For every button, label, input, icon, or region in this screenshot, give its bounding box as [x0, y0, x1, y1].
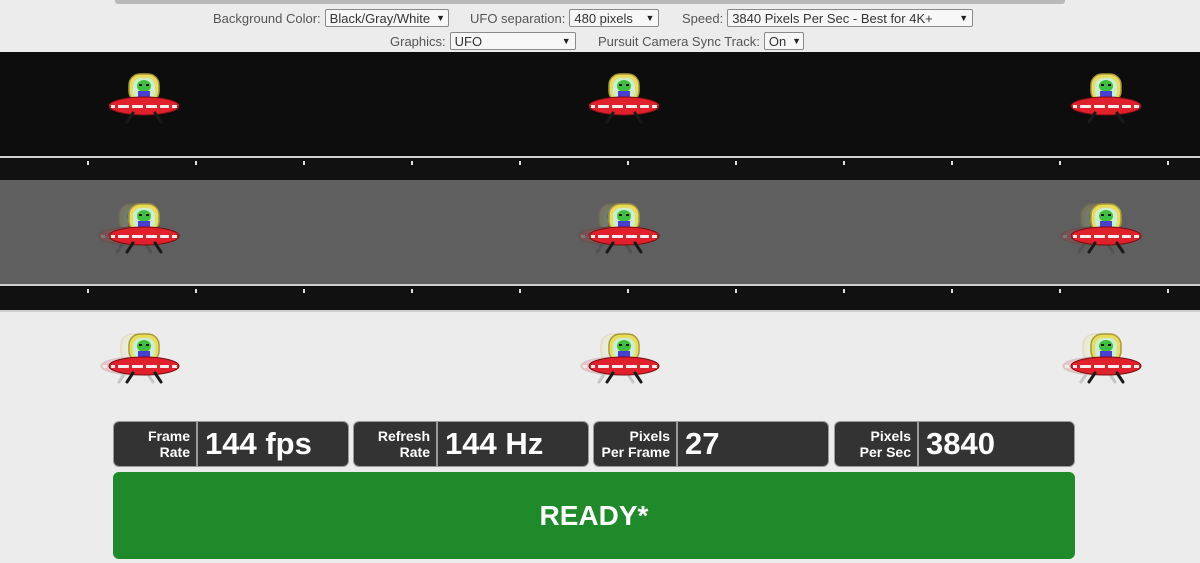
sync-track-tick [627, 161, 629, 165]
ufo-alien-icon [107, 332, 181, 384]
speed-control: Speed: 3840 Pixels Per Sec - Best for 4K… [682, 9, 974, 27]
sync-track-tick [735, 289, 737, 293]
sync-track-tick [843, 161, 845, 165]
sync-track-tick [411, 161, 413, 165]
sync-track-tick [519, 161, 521, 165]
frame-rate-label: Frame Rate [114, 422, 198, 466]
ufo-alien-icon [107, 202, 181, 254]
ufo-separation-label: UFO separation: [470, 10, 566, 26]
stats-bar: Frame Rate 144 fps Refresh Rate 144 Hz P… [113, 421, 1075, 467]
pursuit-camera-label: Pursuit Camera Sync Track: [598, 33, 760, 49]
chevron-down-icon: ▼ [959, 13, 969, 23]
pixels-per-frame-stat: Pixels Per Frame 27 [593, 421, 829, 467]
sync-track-tick [303, 289, 305, 293]
settings-panel: Background Color: Black/Gray/White ▼ UFO… [0, 4, 1200, 52]
ufo-lane-black [0, 52, 1200, 158]
sync-track-tick [195, 289, 197, 293]
sync-track-2 [0, 284, 1200, 312]
pixels-per-sec-label-line1: Pixels [870, 428, 911, 444]
pursuit-camera-select[interactable]: On ▼ [763, 32, 804, 50]
frame-rate-stat: Frame Rate 144 fps [113, 421, 349, 467]
pursuit-camera-value: On [768, 33, 787, 49]
chevron-down-icon: ▼ [436, 13, 446, 23]
sync-track-tick [87, 289, 89, 293]
speed-label: Speed: [682, 10, 724, 26]
graphics-control: Graphics: UFO ▼ [390, 32, 576, 50]
ufo-alien-icon [587, 202, 661, 254]
graphics-value: UFO [454, 33, 483, 49]
refresh-rate-label-line1: Refresh [377, 428, 430, 444]
refresh-rate-value: 144 Hz [445, 426, 544, 461]
sync-track-tick [519, 289, 521, 293]
pixels-per-sec-label-line2: Per Sec [859, 444, 911, 460]
speed-select[interactable]: 3840 Pixels Per Sec - Best for 4K+ ▼ [727, 9, 974, 27]
refresh-rate-stat: Refresh Rate 144 Hz [353, 421, 589, 467]
pixels-per-sec-value: 3840 [926, 426, 995, 461]
sync-track-tick [87, 161, 89, 165]
sync-track-tick [1167, 161, 1169, 165]
sync-track-tick [1167, 289, 1169, 293]
sync-track-1 [0, 156, 1200, 182]
ufo-lane-gray [0, 180, 1200, 284]
refresh-rate-label-line2: Rate [399, 444, 430, 460]
ufo-lane-white [0, 312, 1200, 414]
pursuit-camera-control: Pursuit Camera Sync Track: On ▼ [598, 32, 804, 50]
background-color-label: Background Color: [213, 10, 321, 26]
frame-rate-label-line2: Rate [159, 444, 190, 460]
ufo-separation-select[interactable]: 480 pixels ▼ [569, 9, 660, 27]
sync-track-tick [195, 161, 197, 165]
graphics-label: Graphics: [390, 33, 446, 49]
chevron-down-icon: ▼ [561, 36, 571, 46]
sync-track-tick [735, 161, 737, 165]
chevron-down-icon: ▼ [645, 13, 655, 23]
chevron-down-icon: ▼ [792, 36, 802, 46]
ufo-alien-icon [587, 72, 661, 124]
pixels-per-frame-label-line1: Pixels [629, 428, 670, 444]
sync-track-tick [627, 289, 629, 293]
background-color-value: Black/Gray/White [329, 10, 431, 26]
ufo-alien-icon [1069, 72, 1143, 124]
pixels-per-sec-stat: Pixels Per Sec 3840 [834, 421, 1075, 467]
background-color-control: Background Color: Black/Gray/White ▼ [213, 9, 449, 27]
pixels-per-frame-label: Pixels Per Frame [594, 422, 678, 466]
ufo-alien-icon [1069, 332, 1143, 384]
sync-track-tick [951, 161, 953, 165]
ufo-separation-control: UFO separation: 480 pixels ▼ [470, 9, 660, 27]
sync-track-tick [843, 289, 845, 293]
sync-track-tick [303, 161, 305, 165]
ufo-alien-icon [107, 72, 181, 124]
ufo-alien-icon [1069, 202, 1143, 254]
ufo-separation-value: 480 pixels [574, 10, 633, 26]
speed-value: 3840 Pixels Per Sec - Best for 4K+ [732, 10, 933, 26]
pixels-per-sec-label: Pixels Per Sec [835, 422, 919, 466]
frame-rate-label-line1: Frame [147, 428, 190, 444]
refresh-rate-label: Refresh Rate [354, 422, 438, 466]
ufo-alien-icon [587, 332, 661, 384]
frame-rate-value: 144 fps [205, 426, 312, 461]
pixels-per-frame-value: 27 [685, 426, 720, 461]
pixels-per-frame-label-line2: Per Frame [601, 444, 670, 460]
sync-track-tick [1059, 161, 1061, 165]
background-color-select[interactable]: Black/Gray/White ▼ [324, 9, 449, 27]
sync-track-tick [1059, 289, 1061, 293]
graphics-select[interactable]: UFO ▼ [449, 32, 576, 50]
ready-status-banner: READY* [113, 472, 1075, 559]
sync-track-tick [411, 289, 413, 293]
sync-track-tick [951, 289, 953, 293]
